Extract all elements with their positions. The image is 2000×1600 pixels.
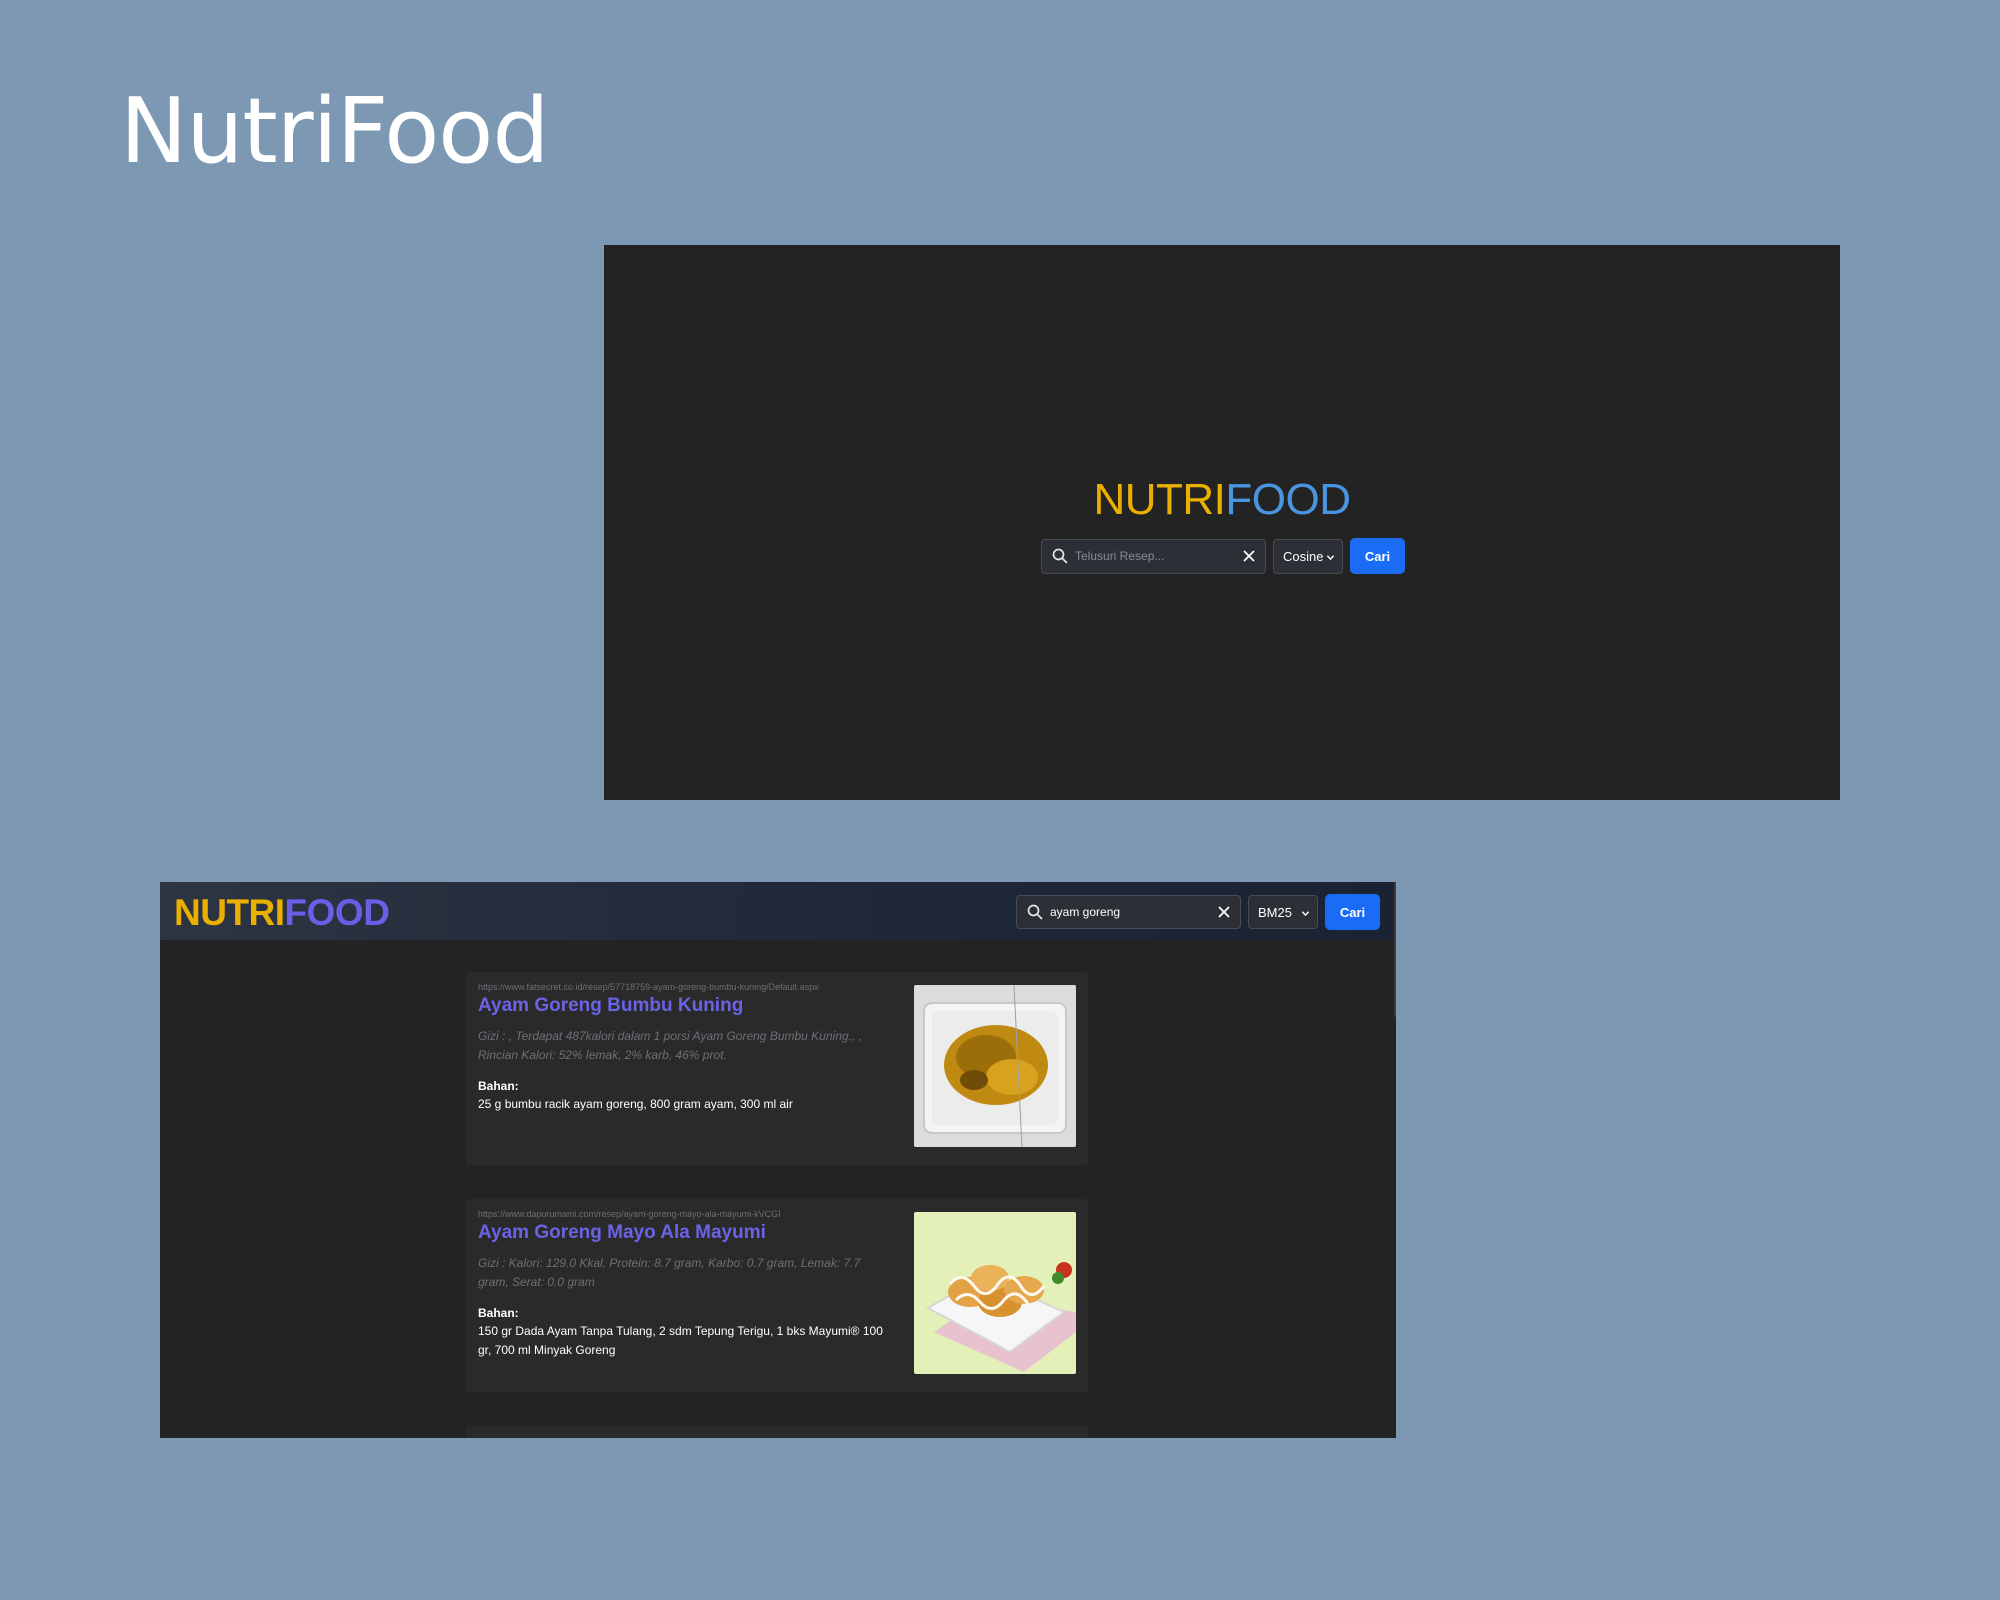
result-text: https://www.dapurumami.com/resep/ayam-go… xyxy=(478,1209,888,1360)
logo-part-nutri: NUTRI xyxy=(174,892,285,933)
search-box xyxy=(1016,895,1241,929)
search-box xyxy=(1041,538,1266,574)
ingredients-label: Bahan: xyxy=(478,1079,519,1093)
search-icon xyxy=(1052,548,1068,564)
slide-title: NutriFood xyxy=(120,79,549,184)
result-card: https://www.dapurumami.com/resep/ayam-go… xyxy=(466,1199,1088,1392)
search-button[interactable]: Cari xyxy=(1350,538,1405,574)
logo-part-food: FOOD xyxy=(284,892,390,933)
result-text: https://www.fatsecret.co.id/resep/577187… xyxy=(478,982,888,1114)
search-input[interactable] xyxy=(1069,549,1242,563)
close-icon[interactable] xyxy=(1217,905,1231,919)
result-nutrition: Gizi : , Terdapat 487kalori dalam 1 pors… xyxy=(478,1029,862,1062)
result-nutrition: Gizi : Kalori: 129.0 Kkal, Protein: 8.7 … xyxy=(478,1256,861,1289)
home-search-bar: Cosine Cari xyxy=(1041,538,1405,574)
search-input[interactable] xyxy=(1044,905,1217,919)
result-ingredients: 25 g bumbu racik ayam goreng, 800 gram a… xyxy=(478,1097,793,1111)
method-select-value: BM25 xyxy=(1258,904,1292,920)
chevron-down-icon xyxy=(1326,554,1335,560)
result-url[interactable]: https://www.dapurumami.com/resep/ayam-go… xyxy=(478,1209,888,1219)
result-card: https://www.fatsecret.co.id/resep/577187… xyxy=(466,972,1088,1165)
results-screenshot: NUTRIFOOD BM25 Cari xyxy=(160,882,1396,1438)
chevron-down-icon xyxy=(1301,911,1310,917)
recipe-image xyxy=(914,985,1076,1147)
home-screenshot: NUTRIFOOD Cosine Cari xyxy=(604,245,1840,800)
method-select-value: Cosine xyxy=(1283,548,1324,564)
results-search-bar: BM25 Cari xyxy=(1016,894,1380,930)
logo-part-nutri: NUTRI xyxy=(1093,475,1226,524)
close-icon[interactable] xyxy=(1242,549,1256,563)
search-button[interactable]: Cari xyxy=(1325,894,1380,930)
method-select[interactable]: Cosine xyxy=(1273,538,1343,574)
result-title[interactable]: Ayam Goreng Mayo Ala Mayumi xyxy=(478,1222,888,1244)
logo-part-food: FOOD xyxy=(1225,475,1351,524)
search-icon xyxy=(1027,904,1043,920)
results-logo[interactable]: NUTRIFOOD xyxy=(174,892,390,934)
method-select[interactable]: BM25 xyxy=(1248,895,1318,929)
result-card xyxy=(466,1426,1088,1438)
result-url[interactable]: https://www.fatsecret.co.id/resep/577187… xyxy=(478,982,888,992)
result-ingredients: 150 gr Dada Ayam Tanpa Tulang, 2 sdm Tep… xyxy=(478,1324,883,1357)
recipe-image xyxy=(914,1212,1076,1374)
results-header: NUTRIFOOD BM25 Cari xyxy=(160,882,1396,940)
result-title[interactable]: Ayam Goreng Bumbu Kuning xyxy=(478,995,888,1017)
home-logo: NUTRIFOOD xyxy=(604,475,1840,525)
scrollbar[interactable] xyxy=(1394,882,1396,1017)
ingredients-label: Bahan: xyxy=(478,1306,519,1320)
